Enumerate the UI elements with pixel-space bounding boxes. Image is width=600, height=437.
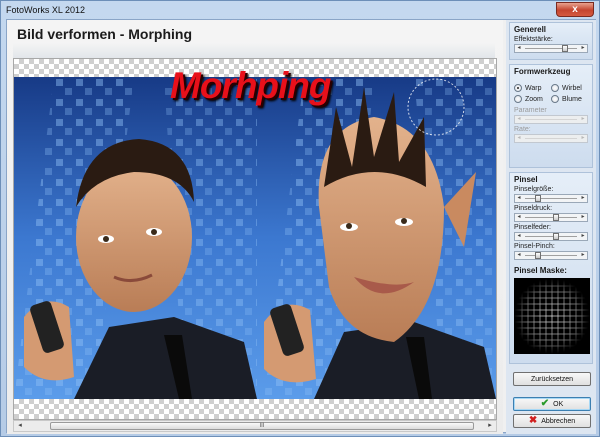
reset-button[interactable]: Zurücksetzen (513, 372, 591, 386)
slider-right-arrow-icon[interactable]: ▸ (579, 233, 587, 240)
brush-size-slider[interactable]: ◂ ▸ (514, 194, 588, 203)
preview-pane: Bild verformen - Morphing Morhping ◂ III… (7, 20, 503, 434)
horizontal-scrollbar[interactable]: ◂ III ▸ (13, 420, 497, 432)
brush-mask-grid (514, 278, 590, 354)
brush-size-label: Pinselgröße: (514, 186, 554, 193)
slider-right-arrow-icon[interactable]: ▸ (579, 252, 587, 259)
rate-label: Rate: (514, 126, 531, 133)
rate-slider: ◂ ▸ (514, 134, 588, 143)
slider-knob[interactable] (552, 214, 559, 221)
radio-blume[interactable]: Blume (551, 95, 588, 103)
slider-knob[interactable] (561, 45, 568, 52)
group-formwerkzeug-title: Formwerkzeug (514, 67, 571, 76)
radio-wirbel[interactable]: Wirbel (551, 84, 588, 92)
photo-illustration (14, 77, 496, 399)
close-button[interactable]: x (556, 2, 594, 17)
page-title: Bild verformen - Morphing (17, 26, 192, 42)
scroll-left-arrow-icon[interactable]: ◂ (14, 421, 26, 431)
effect-strength-label: Effektstärke: (514, 36, 553, 43)
effect-strength-slider[interactable]: ◂ ▸ (514, 44, 588, 53)
slider-left-arrow-icon[interactable]: ◂ (515, 214, 523, 221)
brush-pressure-slider[interactable]: ◂ ▸ (514, 213, 588, 222)
slider-knob[interactable] (552, 233, 559, 240)
cross-icon: ✖ (528, 415, 538, 426)
brush-mask-title: Pinsel Maske: (514, 266, 567, 275)
group-pinsel: Pinsel Pinselgröße: ◂ ▸ Pinseldruck: ◂ ▸… (509, 172, 593, 364)
brush-feather-slider[interactable]: ◂ ▸ (514, 232, 588, 241)
scroll-right-arrow-icon[interactable]: ▸ (484, 421, 496, 431)
header-strip (13, 42, 495, 58)
slider-right-arrow-icon[interactable]: ▸ (579, 195, 587, 202)
brush-pressure-label: Pinseldruck: (514, 205, 553, 212)
slider-right-arrow-icon[interactable]: ▸ (579, 45, 587, 52)
slider-left-arrow-icon[interactable]: ◂ (515, 252, 523, 259)
group-pinsel-title: Pinsel (514, 175, 538, 184)
slider-knob[interactable] (535, 252, 542, 259)
brush-pinch-slider[interactable]: ◂ ▸ (514, 251, 588, 260)
morph-overlay-text: Morhping (170, 65, 332, 106)
radio-dot[interactable] (551, 95, 559, 103)
slider-knob[interactable] (535, 195, 542, 202)
app-window: FotoWorks XL 2012 x Bild verformen - Mor… (0, 0, 600, 437)
group-generell-title: Generell (514, 25, 547, 34)
tool-radio-group: Warp Wirbel Zoom Blume (514, 84, 588, 103)
radio-dot[interactable] (551, 84, 559, 92)
slider-right-arrow-icon[interactable]: ▸ (579, 214, 587, 221)
slider-left-arrow-icon[interactable]: ◂ (515, 233, 523, 240)
cancel-button[interactable]: ✖ Abbrechen (513, 414, 591, 428)
morph-canvas[interactable]: Morhping (13, 58, 497, 420)
window-title: FotoWorks XL 2012 (6, 5, 86, 15)
parameter-label: Parameter (514, 107, 547, 114)
brush-mask-preview (514, 278, 590, 354)
scrollbar-thumb[interactable]: III (50, 422, 474, 430)
slider-left-arrow-icon[interactable]: ◂ (515, 195, 523, 202)
settings-panel: Generell Effektstärke: ◂ ▸ Formwerkzeug … (506, 20, 596, 434)
photo-preview[interactable] (14, 77, 496, 399)
checkmark-icon: ✔ (540, 398, 550, 409)
radio-warp[interactable]: Warp (514, 84, 551, 92)
dialog-client: Bild verformen - Morphing Morhping ◂ III… (6, 19, 596, 434)
slider-left-arrow-icon[interactable]: ◂ (515, 45, 523, 52)
ok-button[interactable]: ✔ OK (513, 397, 591, 411)
parameter-slider: ◂ ▸ (514, 115, 588, 124)
radio-zoom[interactable]: Zoom (514, 95, 551, 103)
brush-pinch-label: Pinsel-Pinch: (514, 243, 555, 250)
title-bar: FotoWorks XL 2012 x (1, 1, 599, 19)
radio-dot[interactable] (514, 95, 522, 103)
group-formwerkzeug: Formwerkzeug Warp Wirbel Zoom Blume Para… (509, 64, 593, 168)
group-generell: Generell Effektstärke: ◂ ▸ (509, 22, 593, 60)
brush-feather-label: Pinselfeder: (514, 224, 551, 231)
radio-dot[interactable] (514, 84, 522, 92)
